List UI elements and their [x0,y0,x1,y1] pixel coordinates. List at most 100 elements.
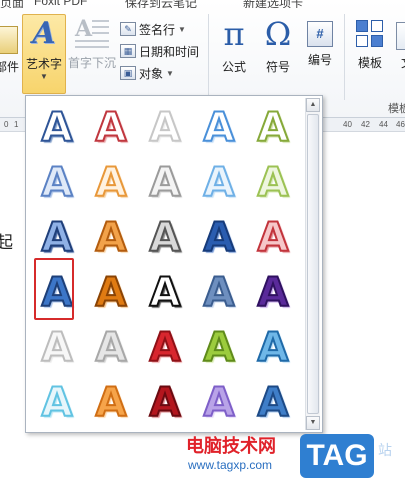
group-label-template: 模板 [388,103,405,115]
wordart-style-glyph: A [257,269,290,316]
wordart-style-glyph: A [257,214,290,261]
wordart-style-glyph: A [257,104,290,151]
quick-parts-label: 部件 [0,60,19,74]
group-divider [344,14,345,100]
tab-strip: 页面 Foxit PDF 保存到云笔记 新建选项卡 [0,0,405,8]
wordart-style-glyph: A [41,159,74,206]
template-icon [356,20,384,50]
wordart-style-glyph: A [95,214,128,261]
tab-page[interactable]: 页面 [0,0,24,8]
wordart-style-glyph: A [257,324,290,371]
object-icon: ▣ [120,66,136,80]
wordart-style-item[interactable]: A [192,265,246,320]
wordart-style-item[interactable]: A [84,155,138,210]
wordart-style-item[interactable]: A [192,320,246,375]
wordart-style-item[interactable]: A [192,210,246,265]
wordart-style-glyph: A [149,104,182,151]
scroll-down-icon[interactable]: ▼ [306,416,320,430]
wordart-style-glyph: A [95,104,128,151]
wordart-style-item[interactable]: A [246,265,300,320]
wordart-button[interactable]: A 艺术字 ▼ [22,14,66,94]
wordart-style-glyph: A [95,324,128,371]
wordart-style-glyph: A [203,379,236,426]
text-box-icon [396,22,405,50]
wordart-style-glyph: A [149,379,182,426]
wordart-style-item[interactable]: A [138,320,192,375]
watermark-tag-logo: TAG [300,434,374,478]
wordart-style-item[interactable]: A [246,320,300,375]
pi-icon: π [223,15,245,53]
wordart-style-item[interactable]: A [192,375,246,430]
wordart-style-item[interactable]: A [192,100,246,155]
watermark-side-text: 站 [378,442,392,458]
tab-new-tab[interactable]: 新建选项卡 [243,0,303,8]
formula-button[interactable]: π 公式 [214,14,254,94]
date-time-button[interactable]: ▦ 日期和时间 [120,40,210,62]
wordart-style-item[interactable]: A [138,155,192,210]
wordart-style-glyph: A [203,214,236,261]
wordart-style-item[interactable]: A [30,100,84,155]
wordart-style-item[interactable]: A [84,100,138,155]
wordart-style-glyph: A [149,324,182,371]
wordart-style-item[interactable]: A [246,155,300,210]
quick-parts-button[interactable]: 部件 [0,14,22,94]
scroll-thumb[interactable] [307,114,319,414]
symbol-button[interactable]: Ω 符号 [258,14,298,94]
wordart-style-item[interactable]: A [84,210,138,265]
wordart-style-glyph: A [41,324,74,371]
object-button[interactable]: ▣ 对象 ▼ [120,62,210,84]
wordart-label: 艺术字 [25,57,62,71]
gallery-scrollbar[interactable]: ▲ ▼ [305,98,320,430]
wordart-style-item[interactable]: A [138,100,192,155]
wordart-style-glyph: A [149,159,182,206]
wordart-style-item[interactable]: A [138,375,192,430]
wordart-style-item[interactable]: A [138,210,192,265]
object-label: 对象 [139,66,164,81]
template-button[interactable]: 模板 [350,14,390,94]
watermark-url: www.tagxp.com [188,458,273,472]
wordart-style-glyph: A [41,269,74,316]
wordart-style-glyph: A [149,269,182,316]
number-label: 编号 [307,53,332,67]
wordart-icon: A [32,16,56,51]
wordart-style-item[interactable]: A [30,210,84,265]
wordart-style-glyph: A [149,214,182,261]
wordart-style-item[interactable]: A [84,265,138,320]
drop-cap-icon: A [75,16,109,50]
quick-parts-icon [0,26,18,54]
text-button[interactable]: 文 [392,14,405,94]
wordart-style-item[interactable]: A [138,265,192,320]
wordart-style-item[interactable]: A [246,100,300,155]
document-text: 起 [0,233,13,252]
wordart-style-item[interactable]: A [30,320,84,375]
symbol-label: 符号 [265,60,290,74]
signature-line-button[interactable]: ✎ 签名行 ▼ [120,18,210,40]
hash-icon: # [307,21,333,47]
chevron-down-icon: ▼ [166,68,174,78]
wordart-style-item[interactable]: A [30,155,84,210]
wordart-style-glyph: A [95,379,128,426]
wordart-style-item[interactable]: A [246,375,300,430]
date-time-label: 日期和时间 [139,44,200,59]
chevron-down-icon: ▼ [40,72,48,81]
wordart-style-glyph: A [95,269,128,316]
wordart-style-item[interactable]: A [84,375,138,430]
wordart-style-item[interactable]: A [30,265,84,320]
number-button[interactable]: # 编号 [300,14,340,94]
signature-line-icon: ✎ [120,22,136,36]
drop-cap-button[interactable]: A 首字下沉 [67,14,117,94]
group-divider [208,14,209,100]
wordart-style-item[interactable]: A [84,320,138,375]
scroll-up-icon[interactable]: ▲ [306,98,320,112]
wordart-style-glyph: A [203,104,236,151]
tab-save-to-cloud-notes[interactable]: 保存到云笔记 [125,0,197,8]
wordart-style-item[interactable]: A [246,210,300,265]
wordart-style-item[interactable]: A [30,375,84,430]
wordart-style-glyph: A [203,159,236,206]
chevron-down-icon: ▼ [178,24,186,34]
wordart-gallery: AAAAAAAAAAAAAAAAAAAAAAAAAAAAAA ▲ ▼ [25,95,323,433]
watermark-site-name: 电脑技术网 [186,436,276,457]
wordart-style-item[interactable]: A [192,155,246,210]
formula-label: 公式 [221,60,246,74]
tab-foxit-pdf[interactable]: Foxit PDF [34,0,87,8]
